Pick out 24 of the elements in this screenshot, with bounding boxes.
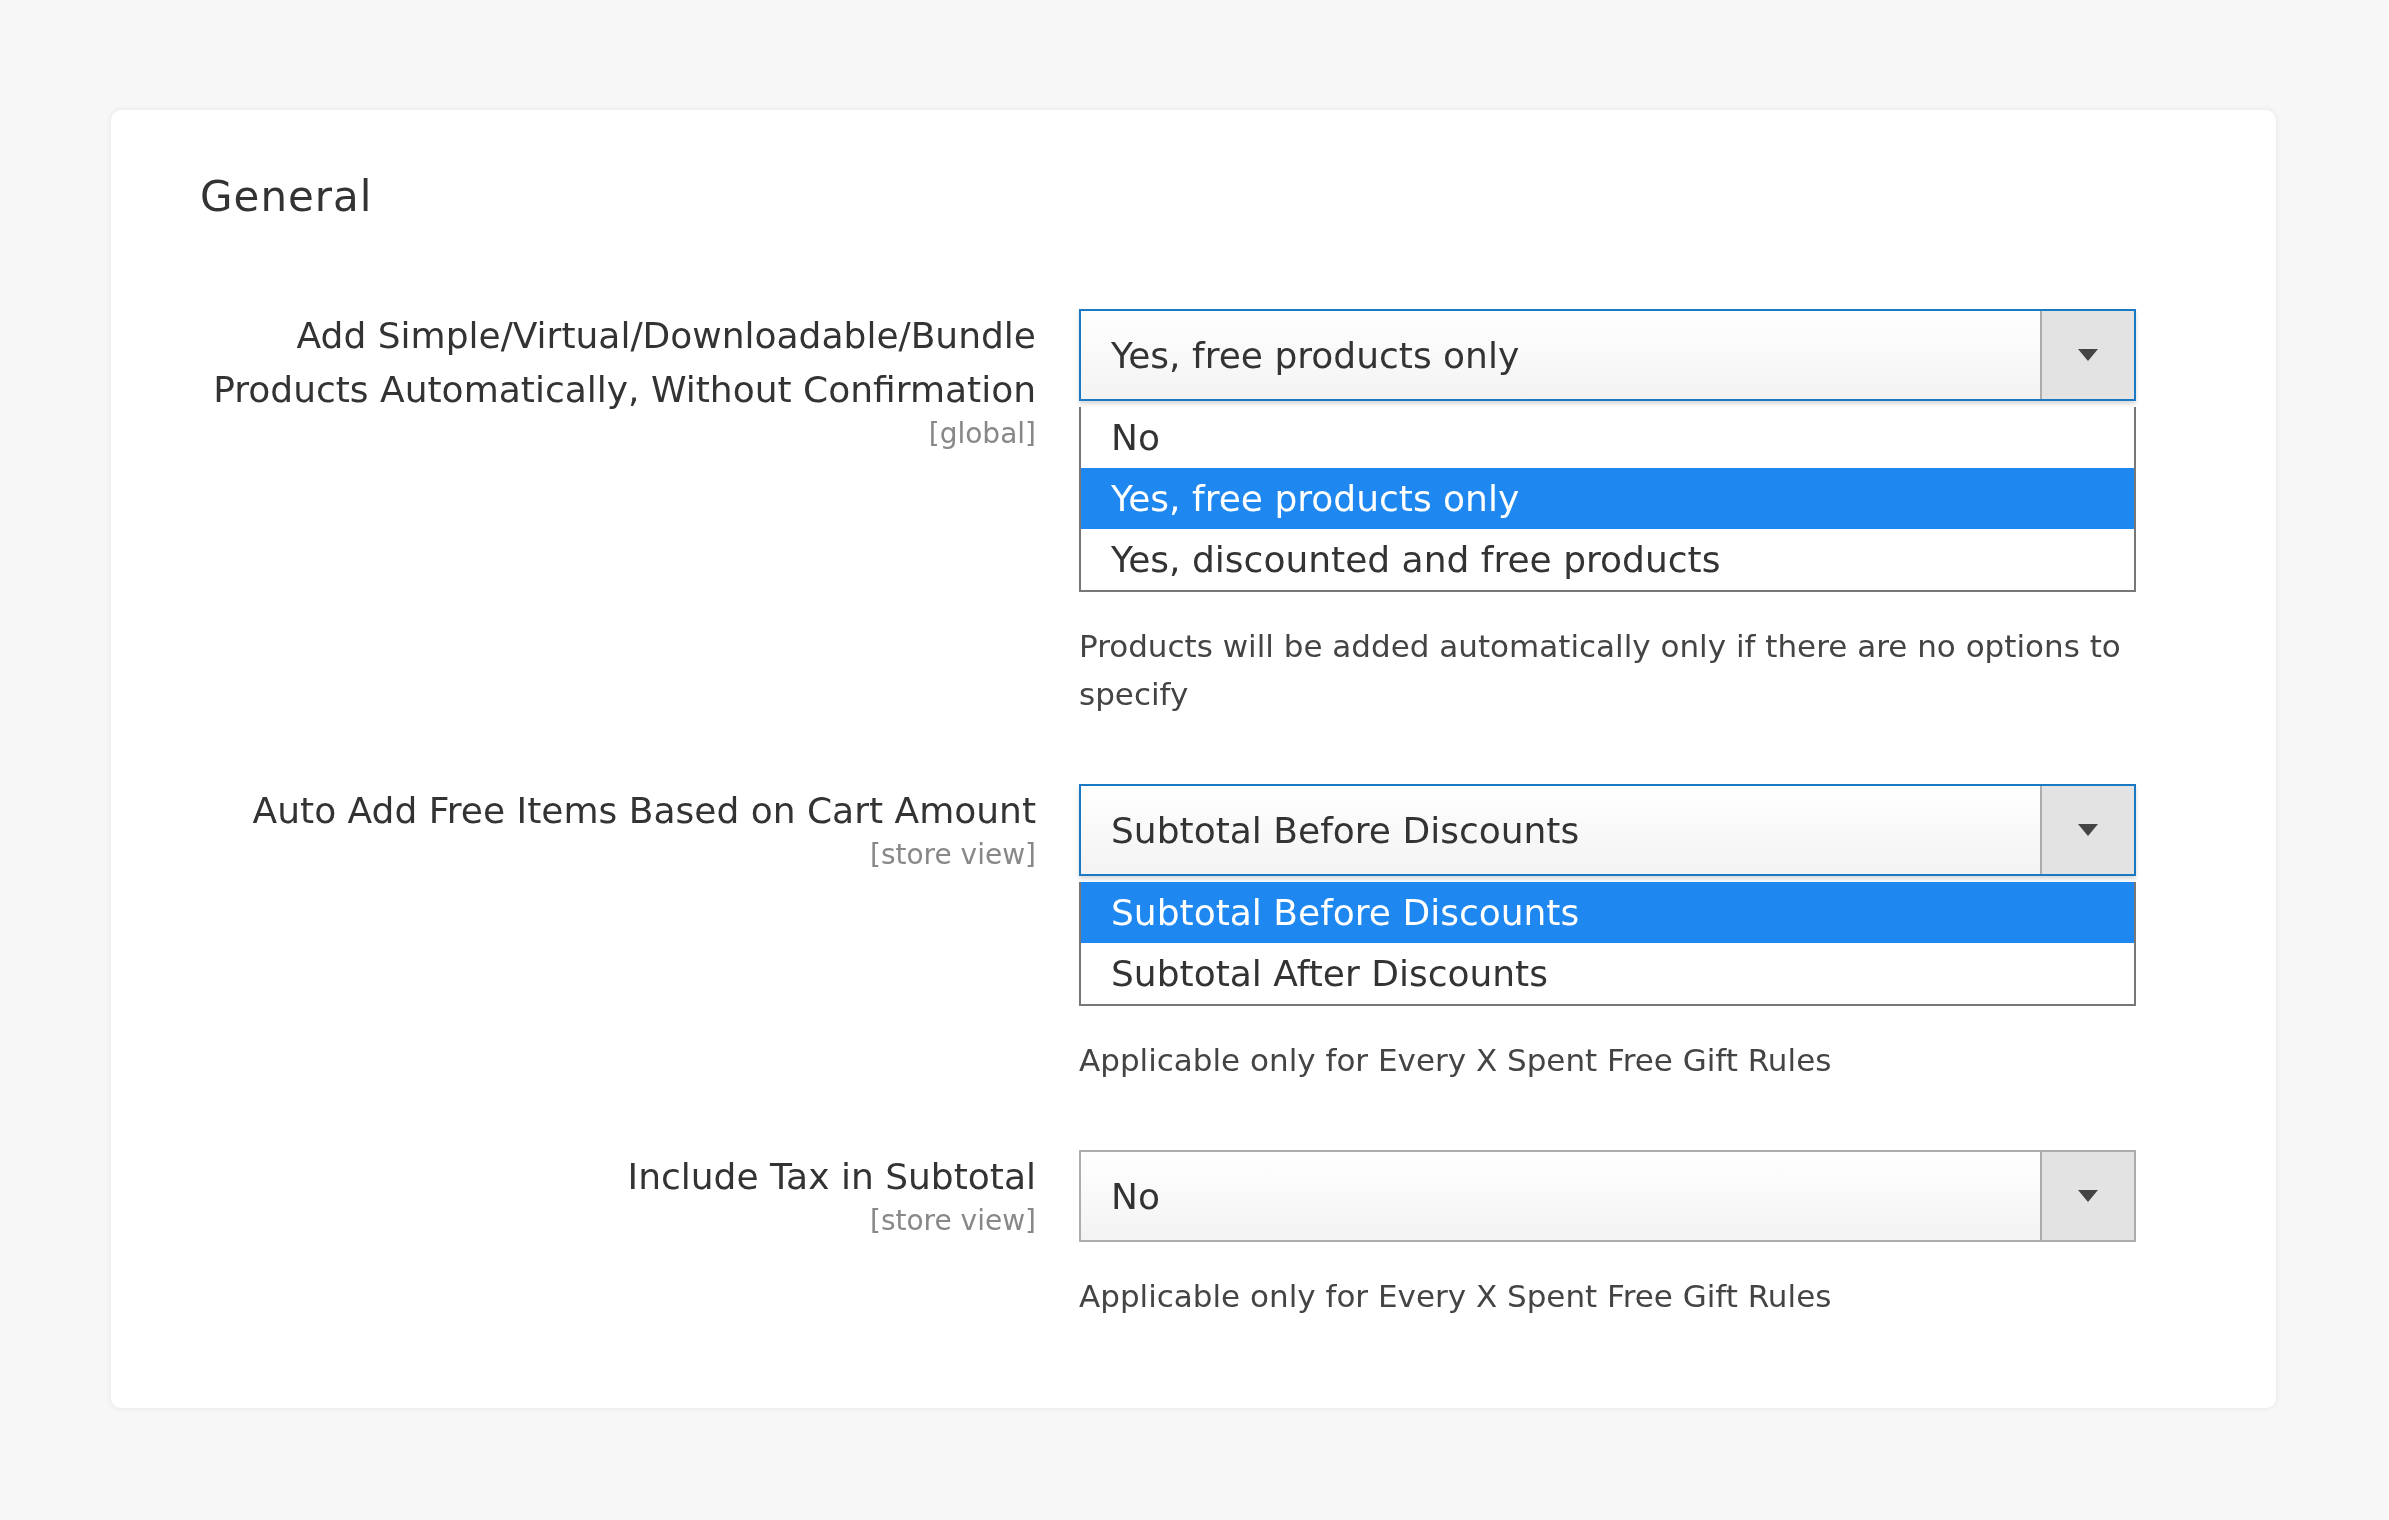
dropdown[interactable]: No [1079, 1150, 2136, 1242]
dropdown[interactable]: Yes, free products only [1079, 309, 2136, 401]
field-label: Auto Add Free Items Based on Cart Amount [251, 789, 1036, 833]
scope-label: [store view] [868, 1204, 1036, 1238]
field-note: Products will be added automatically only if there are no options to specify [1079, 627, 2122, 714]
dropdown-option[interactable]: No [1081, 407, 2134, 468]
dropdown-option[interactable]: Yes, free products only [1081, 468, 2134, 529]
field-note: Applicable only for Every X Spent Free Gift Rules [1079, 1041, 1833, 1080]
section-title: General [200, 172, 374, 221]
field-label: Add Simple/Virtual/Downloadable/Bundle Products Automatically, Without Confirmation [212, 314, 1036, 412]
dropdown-value: No [1110, 1174, 1161, 1219]
dropdown-value: Subtotal Before Discounts [1110, 808, 1581, 853]
scope-label: [store view] [868, 838, 1036, 872]
dropdown-option[interactable]: Yes, discounted and free products [1081, 529, 2134, 590]
dropdown-option[interactable]: Subtotal Before Discounts [1081, 882, 2134, 943]
caret-icon [2078, 1190, 2098, 1202]
scope-label: [global] [927, 417, 1036, 451]
caret-icon [2078, 824, 2098, 836]
dropdown[interactable]: Subtotal Before Discounts [1079, 784, 2136, 876]
dropdown-value: Yes, free products only [1110, 333, 1521, 378]
caret-icon [2078, 349, 2098, 361]
field-note: Applicable only for Every X Spent Free Gift Rules [1079, 1277, 1833, 1316]
dropdown-option[interactable]: Subtotal After Discounts [1081, 943, 2134, 1004]
field-label: Include Tax in Subtotal [626, 1155, 1036, 1199]
